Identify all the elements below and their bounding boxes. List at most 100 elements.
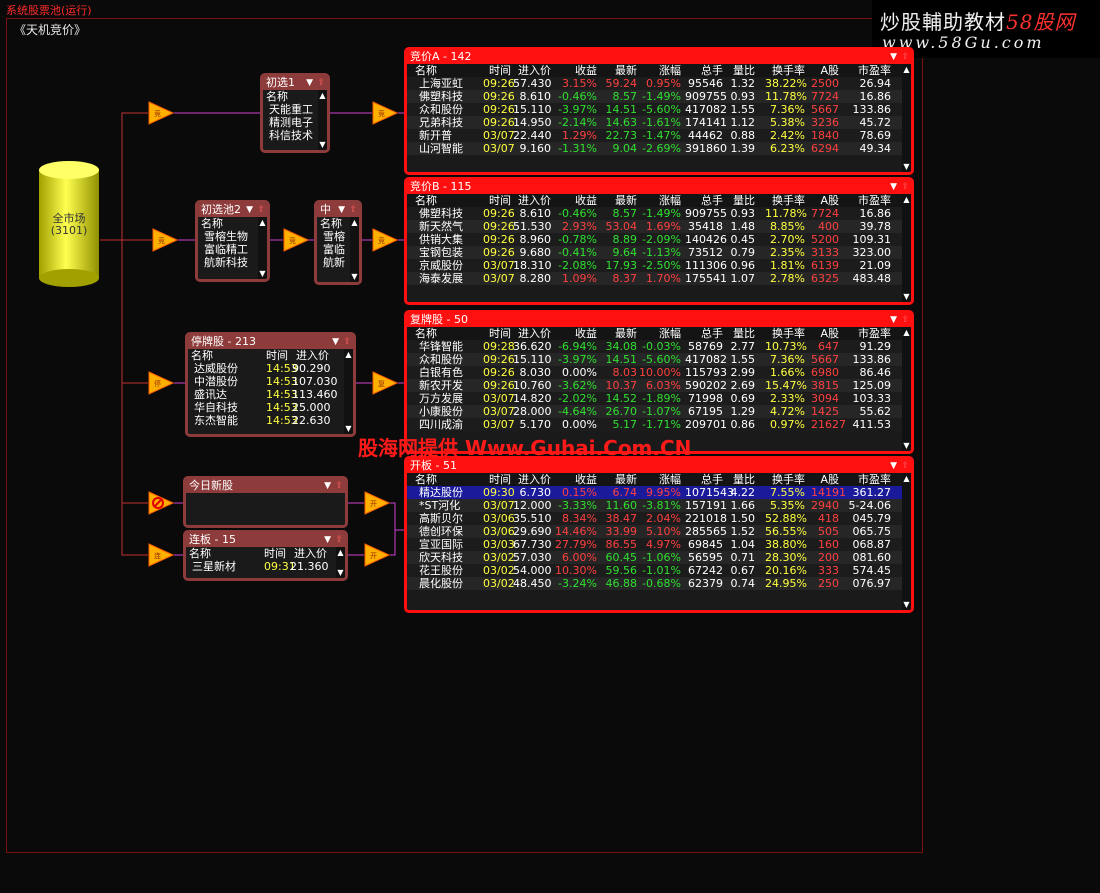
scroll-up-icon[interactable]: ▲ <box>258 218 267 227</box>
filter-triangle-icon[interactable]: 竞 <box>372 228 398 252</box>
pin-up-icon[interactable]: ⇧ <box>257 203 265 217</box>
list-item[interactable]: 三星新材 09:31 21.360 <box>186 560 345 573</box>
panel-lianban[interactable]: 连板 - 15 ▼ ⇧ 名称 时间 进入价 三星新材 09:31 21.360 ▲ ▼ <box>183 530 348 581</box>
vertical-scrollbar[interactable]: ▲ ▼ <box>902 194 911 302</box>
chevron-down-icon[interactable]: ▼ <box>306 76 313 90</box>
table-row[interactable]: 山河智能 03/07 9.160 -1.31% 9.04 -2.69% 391860 1.39… <box>407 142 911 155</box>
scroll-down-icon[interactable]: ▼ <box>336 568 345 577</box>
list-item[interactable]: 富临精工 <box>198 243 267 256</box>
chevron-down-icon[interactable]: ▼ <box>890 313 897 327</box>
panel-zhong[interactable]: 中 ▼ ⇧ 名称 雪榕 富临 航新 ▲ ▼ <box>314 200 362 285</box>
pin-up-icon[interactable]: ⇧ <box>901 180 909 194</box>
pin-up-icon[interactable]: ⇧ <box>901 459 909 473</box>
vertical-scrollbar[interactable]: ▲ ▼ <box>902 327 911 451</box>
filter-triangle-icon[interactable]: 开 <box>364 491 390 515</box>
pin-up-icon[interactable]: ⇧ <box>901 313 909 327</box>
list-item[interactable]: 达威股份 14:53 90.290 <box>188 362 353 375</box>
scroll-up-icon[interactable]: ▲ <box>902 474 911 483</box>
pin-up-icon[interactable]: ⇧ <box>901 50 909 64</box>
list-item[interactable]: 盛讯达 14:53 113.460 <box>188 388 353 401</box>
chevron-down-icon[interactable]: ▼ <box>338 203 345 217</box>
filter-triangle-icon[interactable]: 竞 <box>372 101 398 125</box>
chevron-down-icon[interactable]: ▼ <box>324 479 331 493</box>
table-row[interactable]: 佛塑科技 09:26 8.610 -0.46% 8.57 -1.49% 909755 0.93… <box>407 90 911 103</box>
scroll-down-icon[interactable]: ▼ <box>350 272 359 281</box>
market-source-cylinder[interactable]: 全市场 (3101) <box>38 160 100 288</box>
list-item[interactable]: 东杰智能 14:53 22.630 <box>188 414 353 427</box>
vertical-scrollbar[interactable]: ▲ ▼ <box>902 64 911 172</box>
panel-tingpai[interactable]: 停牌股 - 213 ▼ ⇧ 名称 时间 进入价 达威股份 14:53 90.290 中潜股份 14:… <box>185 332 356 437</box>
list-item[interactable]: 航新科技 <box>198 256 267 269</box>
table-row[interactable]: 万方发展 03/07 14.820 -2.02% 14.52 -1.89% 71998 0.6… <box>407 392 911 405</box>
table-row[interactable]: 精达股份 09:30 6.730 0.15% 6.74 9.95% 1071543 4.22 7… <box>407 486 911 499</box>
table-row[interactable]: 宝钢包装 09:26 9.680 -0.41% 9.64 -1.13% 73512 0.79 2… <box>407 246 911 259</box>
panel-new-stocks[interactable]: 今日新股 ▼ ⇧ <box>183 476 348 528</box>
panel-chuxuan1[interactable]: 初选1 ▼ ⇧ 名称 天能重工 精测电子 科信技术 ▲ ▼ <box>260 73 330 153</box>
disabled-filter-icon[interactable] <box>148 491 174 515</box>
scroll-down-icon[interactable]: ▼ <box>318 140 327 149</box>
scroll-up-icon[interactable]: ▲ <box>902 328 911 337</box>
scroll-down-icon[interactable]: ▼ <box>258 269 267 278</box>
scroll-up-icon[interactable]: ▲ <box>350 218 359 227</box>
vertical-scrollbar[interactable]: ▲ ▼ <box>318 90 327 150</box>
panel-kaiban[interactable]: 开板 - 51 ▼ ⇧ 名称 时间 进入价 收益 最新 涨幅 总手 量比 换手率 A股 市盈率 精达股份 09… <box>404 456 914 613</box>
table-row[interactable]: 华锋智能 09:28 36.620 -6.94% 34.08 -0.03% 58769 2.7… <box>407 340 911 353</box>
panel-chuxuan2[interactable]: 初选池2 ▼ ⇧ 名称 雪榕生物 富临精工 航新科技 ▲ ▼ <box>195 200 270 282</box>
list-item[interactable]: 雪榕生物 <box>198 230 267 243</box>
filter-triangle-icon[interactable]: 开 <box>364 543 390 567</box>
table-row[interactable]: 京威股份 03/07 18.310 -2.08% 17.93 -2.50% 111306 0.… <box>407 259 911 272</box>
pin-up-icon[interactable]: ⇧ <box>335 533 343 547</box>
table-row[interactable]: *ST河化 03/07 12.000 -3.33% 11.60 -3.81% 157191 1… <box>407 499 911 512</box>
chevron-down-icon[interactable]: ▼ <box>246 203 253 217</box>
chevron-down-icon[interactable]: ▼ <box>890 459 897 473</box>
vertical-scrollbar[interactable]: ▲ ▼ <box>902 473 911 610</box>
table-row[interactable]: 高斯贝尔 03/06 35.510 8.34% 38.47 2.04% 221018 1.50… <box>407 512 911 525</box>
panel-jingjia-b[interactable]: 竞价B - 115 ▼ ⇧ 名称 时间 进入价 收益 最新 涨幅 总手 量比 换手率 A股 市盈率 佛塑科技… <box>404 177 914 305</box>
chevron-down-icon[interactable]: ▼ <box>332 335 339 349</box>
filter-triangle-icon[interactable]: 竞 <box>152 228 178 252</box>
table-row[interactable]: 晨化股份 03/02 48.450 -3.24% 46.88 -0.68% 62379 0.7… <box>407 577 911 590</box>
filter-triangle-icon[interactable]: 连 <box>148 543 174 567</box>
pin-up-icon[interactable]: ⇧ <box>335 479 343 493</box>
filter-triangle-icon[interactable]: 竞 <box>148 101 174 125</box>
pin-up-icon[interactable]: ⇧ <box>349 203 357 217</box>
table-row[interactable]: 佛塑科技 09:26 8.610 -0.46% 8.57 -1.49% 909755 0.93… <box>407 207 911 220</box>
table-row[interactable]: 花王股份 03/02 54.000 10.30% 59.56 -1.01% 67242 0.6… <box>407 564 911 577</box>
table-row[interactable]: 供销大集 09:26 8.960 -0.78% 8.89 -2.09% 140426 0.45… <box>407 233 911 246</box>
table-row[interactable]: 上海亚虹 09:26 57.430 3.15% 59.24 0.95% 95546 1.32 3… <box>407 77 911 90</box>
scroll-down-icon[interactable]: ▼ <box>344 424 353 433</box>
chevron-down-icon[interactable]: ▼ <box>890 50 897 64</box>
panel-jingjia-a[interactable]: 竞价A - 142 ▼ ⇧ 名称 时间 进入价 收益 最新 涨幅 总手 量比 换手率 A股 市盈率 上海亚虹… <box>404 47 914 175</box>
table-row[interactable]: 小康股份 03/07 28.000 -4.64% 26.70 -1.07% 67195 1.2… <box>407 405 911 418</box>
table-row[interactable]: 众和股份 09:26 15.110 -3.97% 14.51 -5.60% 417082 1.… <box>407 103 911 116</box>
scroll-up-icon[interactable]: ▲ <box>344 350 353 359</box>
table-row[interactable]: 海泰发展 03/07 8.280 1.09% 8.37 1.70% 175541 1.07 2.… <box>407 272 911 285</box>
pin-up-icon[interactable]: ⇧ <box>317 76 325 90</box>
table-row[interactable]: 新农开发 09:26 10.760 -3.62% 10.37 6.03% 590202 2.6… <box>407 379 911 392</box>
table-row[interactable]: 兄弟科技 09:26 14.950 -2.14% 14.63 -1.61% 174141 1.… <box>407 116 911 129</box>
pin-up-icon[interactable]: ⇧ <box>343 335 351 349</box>
chevron-down-icon[interactable]: ▼ <box>890 180 897 194</box>
table-row[interactable]: 四川成渝 03/07 5.170 0.00% 5.17 -1.71% 209701 0.86 0… <box>407 418 911 431</box>
filter-triangle-icon[interactable]: 竞 <box>283 228 309 252</box>
filter-triangle-icon[interactable]: 停 <box>148 371 174 395</box>
scroll-down-icon[interactable]: ▼ <box>902 292 911 301</box>
table-row[interactable]: 德创环保 03/06 29.690 14.46% 33.99 5.10% 285565 1.5… <box>407 525 911 538</box>
table-row[interactable]: 新开普 03/07 22.440 1.29% 22.73 -1.47% 44462 0.88 2… <box>407 129 911 142</box>
table-row[interactable]: 白银有色 09:26 8.030 0.00% 8.03 10.00% 115793 2.99 1… <box>407 366 911 379</box>
list-item[interactable]: 华自科技 14:53 25.000 <box>188 401 353 414</box>
chevron-down-icon[interactable]: ▼ <box>324 533 331 547</box>
vertical-scrollbar[interactable]: ▲ ▼ <box>344 349 353 434</box>
vertical-scrollbar[interactable]: ▲ ▼ <box>258 217 267 279</box>
scroll-up-icon[interactable]: ▲ <box>902 195 911 204</box>
vertical-scrollbar[interactable]: ▲ ▼ <box>350 217 359 282</box>
table-row[interactable]: 欣天科技 03/02 57.030 6.00% 60.45 -1.06% 56595 0.71… <box>407 551 911 564</box>
scroll-down-icon[interactable]: ▼ <box>902 162 911 171</box>
table-row[interactable]: 新天然气 09:26 51.530 2.93% 53.04 1.69% 35418 1.48 8… <box>407 220 911 233</box>
filter-triangle-icon[interactable]: 复 <box>372 371 398 395</box>
vertical-scrollbar[interactable]: ▲ ▼ <box>336 547 345 578</box>
scroll-up-icon[interactable]: ▲ <box>336 548 345 557</box>
scroll-up-icon[interactable]: ▲ <box>318 91 327 100</box>
table-row[interactable]: 宣亚国际 03/03 67.730 27.79% 86.55 4.97% 69845 1.04… <box>407 538 911 551</box>
scroll-down-icon[interactable]: ▼ <box>902 600 911 609</box>
